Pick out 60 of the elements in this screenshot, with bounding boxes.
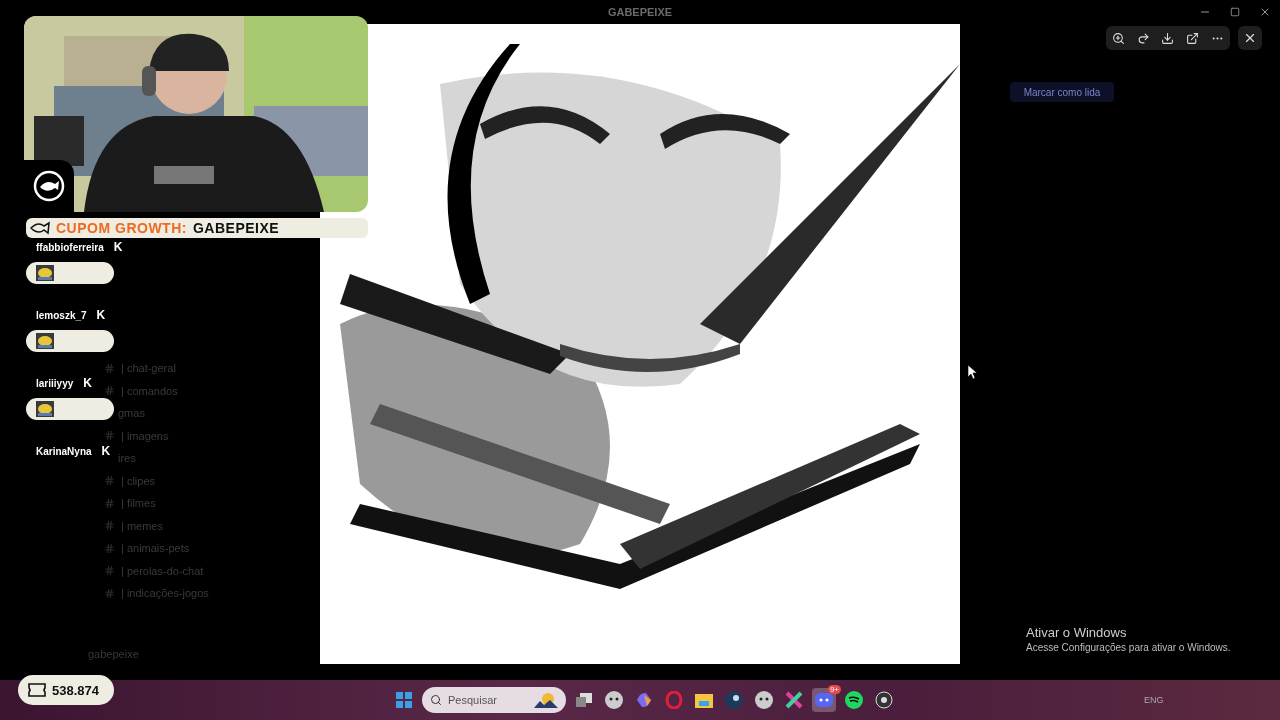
close-icon — [1243, 31, 1257, 45]
smiley-app-icon[interactable] — [752, 688, 776, 712]
user-name: gabepeixe — [87, 648, 140, 660]
obs-icon[interactable] — [872, 688, 896, 712]
coupon-label: CUPOM GROWTH: — [56, 220, 187, 236]
channel-item[interactable]: | comandos — [121, 384, 178, 397]
external-link-icon — [1186, 31, 1200, 45]
fish-icon — [30, 221, 50, 235]
activation-title: Ativar o Windows — [1026, 625, 1128, 640]
hash-icon — [104, 362, 115, 374]
open-external-button[interactable] — [1186, 31, 1200, 45]
zoom-in-icon — [1111, 31, 1125, 45]
channel-item[interactable]: | chat-geral — [121, 362, 176, 374]
channel-item[interactable]: | imagens — [121, 429, 169, 442]
chat-username: KarinaNyna — [36, 445, 92, 457]
window-title: GABEPEIXE — [607, 6, 673, 18]
download-icon — [1161, 31, 1175, 45]
channel-item[interactable]: | memes — [121, 519, 163, 532]
ticket-icon — [28, 683, 46, 697]
platform-label: K — [96, 308, 106, 322]
points-value: 538.874 — [52, 682, 99, 698]
cursor-icon — [968, 365, 977, 379]
search-field[interactable]: Pesquisar — [422, 687, 566, 713]
channel-item[interactable]: | animais-pets — [121, 542, 190, 554]
search-icon — [430, 694, 442, 706]
steam-icon[interactable] — [722, 688, 746, 712]
chat-username: lemoszk_7 — [36, 309, 87, 321]
mark-read-button[interactable]: Marcar como lida — [1010, 82, 1114, 102]
spotify-icon[interactable] — [842, 688, 866, 712]
platform-label: K — [113, 240, 123, 254]
hash-icon — [104, 587, 115, 599]
landscape-icon — [534, 692, 558, 708]
platform-label: K — [101, 444, 111, 458]
hash-icon — [104, 542, 115, 554]
channel-item[interactable]: | clipes — [121, 474, 156, 487]
forward-arrow-icon — [1136, 31, 1150, 45]
zoom-in-button[interactable] — [1111, 31, 1125, 45]
hash-icon — [104, 497, 115, 509]
hash-icon — [104, 475, 115, 486]
notification-badge: 9+ — [827, 685, 841, 694]
channel-item[interactable]: | perolas-do-chat — [121, 564, 204, 577]
channel-item[interactable]: | filmes — [121, 497, 156, 509]
platform-label: K — [83, 376, 92, 390]
maximize-icon — [1230, 7, 1240, 17]
hash-icon — [104, 385, 115, 396]
hash-icon — [104, 430, 115, 441]
chat-username: lariiiyyy — [36, 377, 74, 389]
discord-icon[interactable] — [815, 693, 833, 707]
activation-text: Acesse Configurações para ativar o Windows. — [1026, 642, 1231, 653]
chat-username: ffabbioferreira — [36, 241, 104, 253]
coupon-code: GABEPEIXE — [192, 220, 280, 236]
smiley-app-icon[interactable] — [602, 688, 626, 712]
close-icon — [1259, 6, 1271, 18]
download-button[interactable] — [1161, 31, 1175, 45]
hash-icon — [104, 565, 115, 576]
forward-button[interactable] — [1136, 31, 1150, 45]
channel-item[interactable]: | indicações-jogos — [121, 587, 209, 599]
language-indicator[interactable]: ENG — [1144, 695, 1164, 705]
close-button[interactable] — [1238, 26, 1262, 50]
hash-icon — [104, 520, 115, 531]
